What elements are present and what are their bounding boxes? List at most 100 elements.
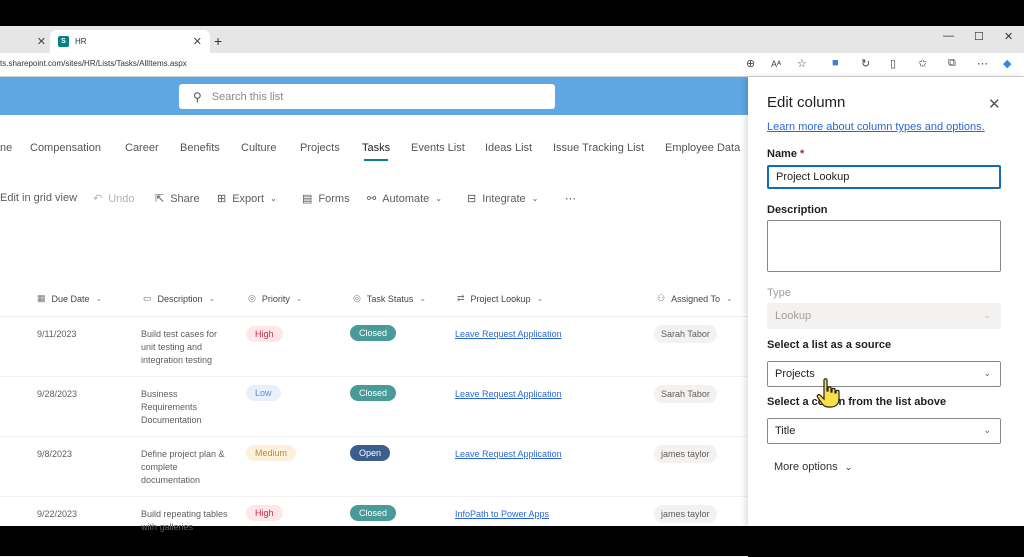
tab-title: HR <box>75 37 87 46</box>
nav-item-ideas-list[interactable]: Ideas List <box>485 142 532 154</box>
undo-button[interactable]: ↶ Undo <box>93 192 135 206</box>
source-list-value: Projects <box>775 368 815 380</box>
assigned-person[interactable]: Sarah Tabor <box>654 385 717 403</box>
project-lookup-link[interactable]: Leave Request Application <box>455 389 562 399</box>
search-icon: ⚲ <box>193 89 202 104</box>
search-box[interactable]: ⚲ Search this list <box>179 84 555 109</box>
source-list-dropdown[interactable]: Projects ⌄ <box>767 361 1001 387</box>
assigned-person[interactable]: james taylor <box>654 505 717 523</box>
source-column-label-end: n from the list above <box>838 396 947 408</box>
chevron-down-icon: ⌄ <box>419 294 427 303</box>
chevron-down-icon: ⌄ <box>435 194 443 203</box>
chevron-down-icon: ⌄ <box>95 294 103 303</box>
minimize-icon[interactable]: — <box>943 30 954 42</box>
chevron-down-icon: ⌄ <box>295 294 303 303</box>
integrate-label: Integrate <box>482 192 526 205</box>
browser-tab-previous[interactable]: ✕ <box>0 30 48 53</box>
nav-item-tasks[interactable]: Tasks <box>362 142 390 154</box>
project-lookup-link[interactable]: InfoPath to Power Apps <box>455 509 549 519</box>
automate-label: Automate <box>382 192 430 205</box>
close-tab-icon[interactable]: ✕ <box>37 35 46 48</box>
extension-icon[interactable]: ■ <box>832 57 839 69</box>
column-label: Project Lookup <box>470 293 531 304</box>
due-date-cell: 9/28/2023 <box>37 389 78 399</box>
forms-icon: ▤ <box>302 193 313 205</box>
column-header-due-date[interactable]: ▦ Due Date ⌄ <box>37 293 102 304</box>
active-nav-indicator <box>364 159 388 161</box>
nav-item-compensation[interactable]: Compensation <box>30 142 101 154</box>
integrate-icon: ⊟ <box>467 193 477 205</box>
zoom-icon[interactable]: ⊕ <box>746 57 755 70</box>
name-label-text: Name <box>767 148 797 160</box>
split-screen-icon[interactable]: ▯ <box>890 57 896 70</box>
collections-icon[interactable]: ⧉ <box>948 57 956 70</box>
export-icon: ⊞ <box>217 193 227 205</box>
name-input[interactable]: Project Lookup <box>767 165 1001 189</box>
favorite-star-icon[interactable]: ☆ <box>797 57 807 70</box>
copilot-icon[interactable]: ◆ <box>1003 57 1011 70</box>
description-textarea[interactable] <box>767 220 1001 272</box>
required-mark: * <box>800 148 805 160</box>
chevron-down-icon: ⌄ <box>725 294 733 303</box>
refresh-icon[interactable]: ↻ <box>861 57 870 70</box>
nav-item-projects[interactable]: Projects <box>300 142 340 154</box>
column-header-priority[interactable]: ◎ Priority ⌄ <box>248 293 303 304</box>
type-dropdown: Lookup ⌄ <box>767 303 1001 329</box>
browser-tab-hr[interactable]: S HR ✕ <box>50 30 210 53</box>
priority-badge: High <box>246 326 283 342</box>
column-header-project-lookup[interactable]: ⇄ Project Lookup ⌄ <box>457 293 543 304</box>
new-tab-icon[interactable]: + <box>214 33 222 49</box>
close-tab-icon[interactable]: ✕ <box>193 35 202 48</box>
export-button[interactable]: ⊞ Export ⌄ <box>217 192 283 206</box>
assigned-person[interactable]: Sarah Tabor <box>654 325 717 343</box>
assigned-person[interactable]: james taylor <box>654 445 717 463</box>
project-lookup-link[interactable]: Leave Request Application <box>455 449 562 459</box>
forms-button[interactable]: ▤ Forms <box>302 192 350 206</box>
more-commands-icon[interactable]: ⋯ <box>565 192 576 205</box>
chevron-down-icon: ⌄ <box>270 194 277 203</box>
close-icon[interactable]: ✕ <box>988 95 1001 113</box>
column-label: Priority <box>261 293 290 304</box>
read-aloud-icon[interactable]: Aᴬ <box>771 59 781 69</box>
nav-item-employee-data[interactable]: Employee Data <box>665 142 740 154</box>
undo-label: Undo <box>108 192 135 205</box>
column-header-task-status[interactable]: ◎ Task Status ⌄ <box>353 293 426 304</box>
automate-button[interactable]: ⚯ Automate ⌄ <box>367 192 448 206</box>
source-column-label: Select a co n from the list above <box>767 396 946 408</box>
description-label: Description <box>767 204 828 216</box>
priority-badge: High <box>246 505 283 521</box>
column-header-assigned-to[interactable]: ⚇ Assigned To ⌄ <box>657 293 733 304</box>
source-column-dropdown[interactable]: Title ⌄ <box>767 418 1001 444</box>
person-icon: ⚇ <box>657 293 666 303</box>
forms-label: Forms <box>318 192 350 205</box>
project-lookup-link[interactable]: Leave Request Application <box>455 329 562 339</box>
edit-grid-label: Edit in grid view <box>0 192 78 204</box>
maximize-icon[interactable]: ☐ <box>974 30 984 43</box>
nav-item-events-list[interactable]: Events List <box>411 142 465 154</box>
more-options-button[interactable]: More options ⌄ <box>774 461 852 473</box>
url-text[interactable]: ts.sharepoint.com/sites/HR/Lists/Tasks/A… <box>0 59 187 68</box>
nav-item-career[interactable]: Career <box>125 142 159 154</box>
share-button[interactable]: ⇱ Share <box>155 192 200 206</box>
share-label: Share <box>170 192 200 205</box>
nav-item-benefits[interactable]: Benefits <box>180 142 220 154</box>
favorites-icon[interactable]: ✩ <box>918 57 927 70</box>
integrate-button[interactable]: ⊟ Integrate ⌄ <box>467 192 544 206</box>
priority-badge: Low <box>246 385 281 401</box>
due-date-cell: 9/8/2023 <box>37 449 73 459</box>
name-input-value: Project Lookup <box>776 171 850 183</box>
due-date-cell: 9/11/2023 <box>37 329 77 339</box>
search-placeholder: Search this list <box>211 90 284 103</box>
share-icon: ⇱ <box>155 193 165 205</box>
learn-more-link[interactable]: Learn more about column types and option… <box>767 121 985 133</box>
nav-item-issue-tracking-list[interactable]: Issue Tracking List <box>553 142 644 154</box>
nav-item-home[interactable]: ne <box>0 142 12 154</box>
choice-icon: ◎ <box>353 293 361 303</box>
nav-item-culture[interactable]: Culture <box>241 142 276 154</box>
close-window-icon[interactable]: ✕ <box>1004 30 1013 43</box>
edit-grid-view-button[interactable]: Edit in grid view <box>0 192 77 204</box>
column-header-description[interactable]: ▭ Description ⌄ <box>143 293 215 304</box>
more-icon[interactable]: ⋯ <box>977 57 988 70</box>
text-field-icon: ▭ <box>143 293 152 303</box>
panel-title: Edit column <box>767 94 846 111</box>
